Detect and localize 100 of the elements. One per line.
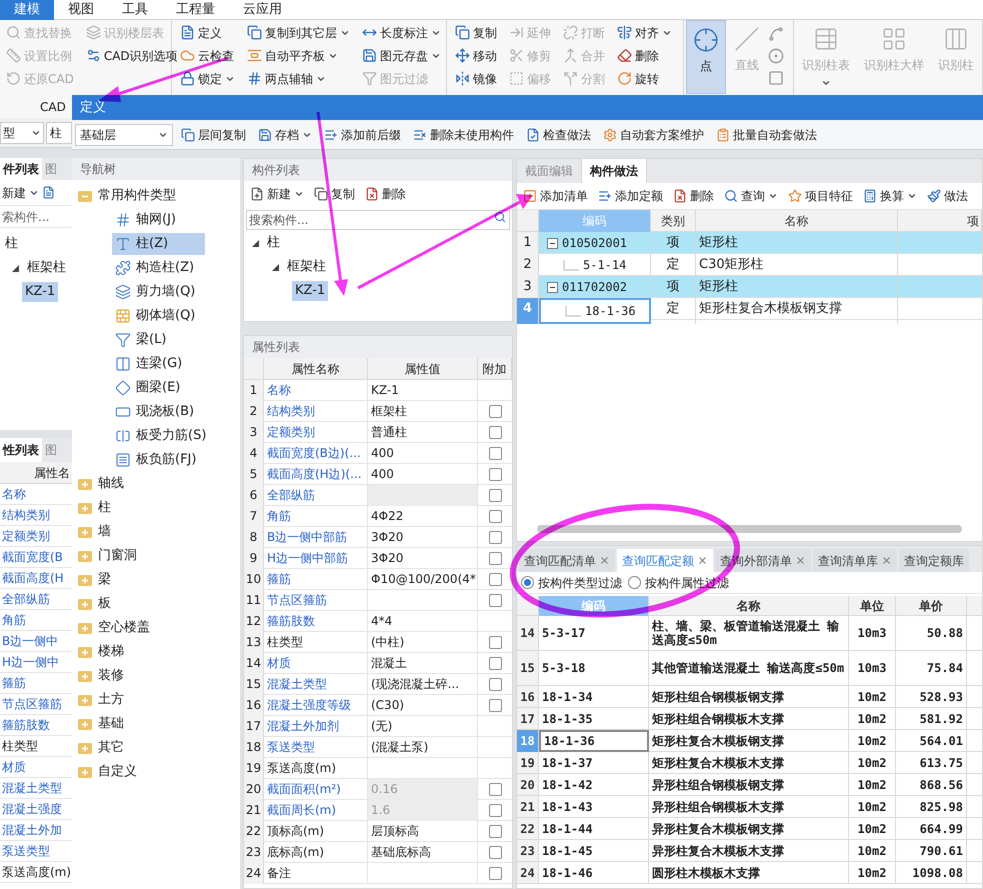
floor-select[interactable]: 基础层 — [75, 124, 173, 146]
query-tab[interactable]: 查询匹配清单 — [519, 549, 615, 572]
rectangle-icon[interactable] — [768, 70, 784, 86]
nav-tree-item[interactable]: 连梁(G) — [112, 353, 186, 375]
checkbox[interactable] — [488, 510, 502, 523]
property-value[interactable]: KZ-1 — [368, 380, 478, 401]
code-cell[interactable]: 5-3-17 — [539, 616, 649, 650]
toolbar-button[interactable]: 做法 — [923, 185, 972, 207]
property-value[interactable]: 框架柱 — [368, 401, 478, 422]
ribbon-button[interactable]: 删除 — [615, 44, 674, 67]
code-cell[interactable]: 18-1-36 — [539, 730, 649, 752]
checkbox[interactable] — [488, 573, 502, 586]
nav-tree-item[interactable]: 自定义 — [98, 762, 137, 782]
close-icon[interactable] — [881, 555, 892, 566]
ribbon-button[interactable]: 移动 — [453, 44, 499, 67]
nav-tree-item[interactable]: 梁(L) — [112, 329, 170, 351]
property-value[interactable]: 层顶标高 — [368, 821, 478, 842]
toolbar-button[interactable]: 换算 — [859, 185, 921, 207]
search-field[interactable]: 索构件... — [0, 206, 72, 228]
toolbar-button[interactable]: 项目特征 — [784, 185, 857, 207]
checkbox[interactable] — [488, 468, 502, 481]
nav-tree-item[interactable]: 其它 — [98, 738, 124, 758]
property-value[interactable]: 400 — [368, 443, 478, 464]
checkbox[interactable] — [488, 825, 502, 838]
expand-triangle-icon[interactable] — [12, 264, 19, 272]
nav-tree-item[interactable]: 砌体墙(Q) — [112, 305, 200, 327]
property-value[interactable]: (无) — [368, 716, 478, 737]
type-select[interactable]: 型 — [0, 122, 44, 144]
nav-tree-item[interactable]: 门窗洞 — [98, 546, 137, 566]
tree-item[interactable]: KZ-1 — [22, 282, 58, 302]
checkbox[interactable] — [488, 846, 502, 859]
radio-button[interactable] — [521, 576, 534, 589]
code-cell[interactable]: 010502001 — [539, 232, 651, 254]
ribbon-large-button[interactable]: 点 — [686, 20, 726, 94]
nav-tree-item[interactable]: 柱(Z) — [112, 233, 205, 255]
ribbon-tab[interactable]: 工具 — [108, 0, 162, 20]
ribbon-button[interactable]: 云检查 — [178, 44, 237, 67]
checkbox[interactable] — [488, 594, 502, 607]
property-value[interactable]: (现浇混凝土碎... — [368, 674, 478, 695]
nav-tree-item[interactable]: 装修 — [98, 666, 124, 686]
property-value[interactable]: (中柱) — [368, 632, 478, 653]
checkbox[interactable] — [488, 678, 502, 691]
radio-option[interactable]: 按构件类型过滤 — [521, 574, 622, 592]
expand-triangle-icon[interactable] — [272, 264, 279, 270]
toolbar-button[interactable]: 复制 — [310, 183, 359, 205]
toolbar-button[interactable]: 存档 — [254, 124, 316, 146]
property-value[interactable]: 基础底标高 — [368, 842, 478, 863]
ribbon-button[interactable]: 复制 — [453, 21, 499, 44]
toolbar-button[interactable]: 添加前后缀 — [320, 124, 405, 146]
ribbon-button[interactable]: 图元存盘 — [360, 44, 443, 67]
ribbon-button[interactable]: 自动平齐板 — [245, 44, 352, 67]
ribbon-button[interactable]: CAD识别选项 — [84, 44, 180, 67]
ribbon-button[interactable]: 定义 — [178, 21, 237, 44]
property-value[interactable]: 混凝土 — [368, 653, 478, 674]
code-cell[interactable]: 18-1-43 — [539, 796, 649, 817]
close-icon[interactable] — [697, 555, 708, 566]
nav-tree-item[interactable]: 现浇板(B) — [112, 401, 198, 423]
radio-button[interactable] — [628, 576, 641, 589]
ribbon-button[interactable]: 旋转 — [615, 67, 674, 90]
toolbar-button[interactable]: 检查做法 — [522, 124, 595, 146]
nav-tree-item[interactable]: 基础 — [98, 714, 124, 734]
nav-tree-item[interactable]: 常用构件类型 — [98, 186, 176, 206]
code-cell[interactable]: 18-1-35 — [539, 708, 649, 729]
nav-tree-item[interactable]: 板负筋(FJ) — [112, 449, 200, 471]
code-cell[interactable]: 18-1-34 — [539, 686, 649, 707]
checkbox[interactable] — [488, 657, 502, 670]
panel-tab[interactable]: 件列表 — [0, 158, 42, 180]
ribbon-tab[interactable]: 视图 — [54, 0, 108, 20]
checkbox[interactable] — [488, 426, 502, 439]
horizontal-scrollbar[interactable] — [537, 525, 962, 533]
nav-tree-item[interactable]: 墙 — [98, 522, 111, 542]
ribbon-button[interactable]: 镜像 — [453, 67, 499, 90]
checkbox[interactable] — [488, 699, 502, 712]
search-field[interactable]: 搜索构件... — [246, 210, 510, 230]
tree-item[interactable]: 柱 — [264, 233, 283, 253]
property-value[interactable]: (混凝土泵) — [368, 737, 478, 758]
nav-tree-item[interactable]: 圈梁(E) — [112, 377, 184, 399]
nav-tree-item[interactable]: 柱 — [98, 498, 111, 518]
tree-item[interactable]: 柱 — [2, 234, 21, 254]
code-cell[interactable]: 18-1-36 — [539, 298, 651, 324]
new-button[interactable]: 新建 — [2, 184, 39, 202]
nav-tree-item[interactable]: 剪力墙(Q) — [112, 281, 200, 303]
toolbar-button[interactable]: 删除 — [669, 185, 718, 207]
checkbox[interactable] — [488, 447, 502, 460]
ribbon-button[interactable]: 长度标注 — [360, 21, 443, 44]
ribbon-button[interactable]: 复制到其它层 — [245, 21, 352, 44]
checkbox[interactable] — [488, 552, 502, 565]
checkbox[interactable] — [488, 867, 502, 880]
nav-tree-item[interactable]: 土方 — [98, 690, 124, 710]
nav-tree-item[interactable]: 梁 — [98, 570, 111, 590]
query-tab[interactable]: 查询定额库 — [899, 549, 969, 572]
nav-tree-item[interactable]: 空心楼盖 — [98, 618, 150, 638]
checkbox[interactable] — [488, 531, 502, 544]
ribbon-button[interactable]: 两点辅轴 — [245, 67, 352, 90]
property-value[interactable]: 普通柱 — [368, 422, 478, 443]
type-field[interactable]: 柱 — [46, 122, 72, 144]
ribbon-tab[interactable]: 建模 — [0, 0, 54, 20]
nav-tree-item[interactable]: 楼梯 — [98, 642, 124, 662]
nav-tree-item[interactable]: 轴网(J) — [112, 209, 180, 231]
close-icon[interactable] — [599, 555, 610, 566]
